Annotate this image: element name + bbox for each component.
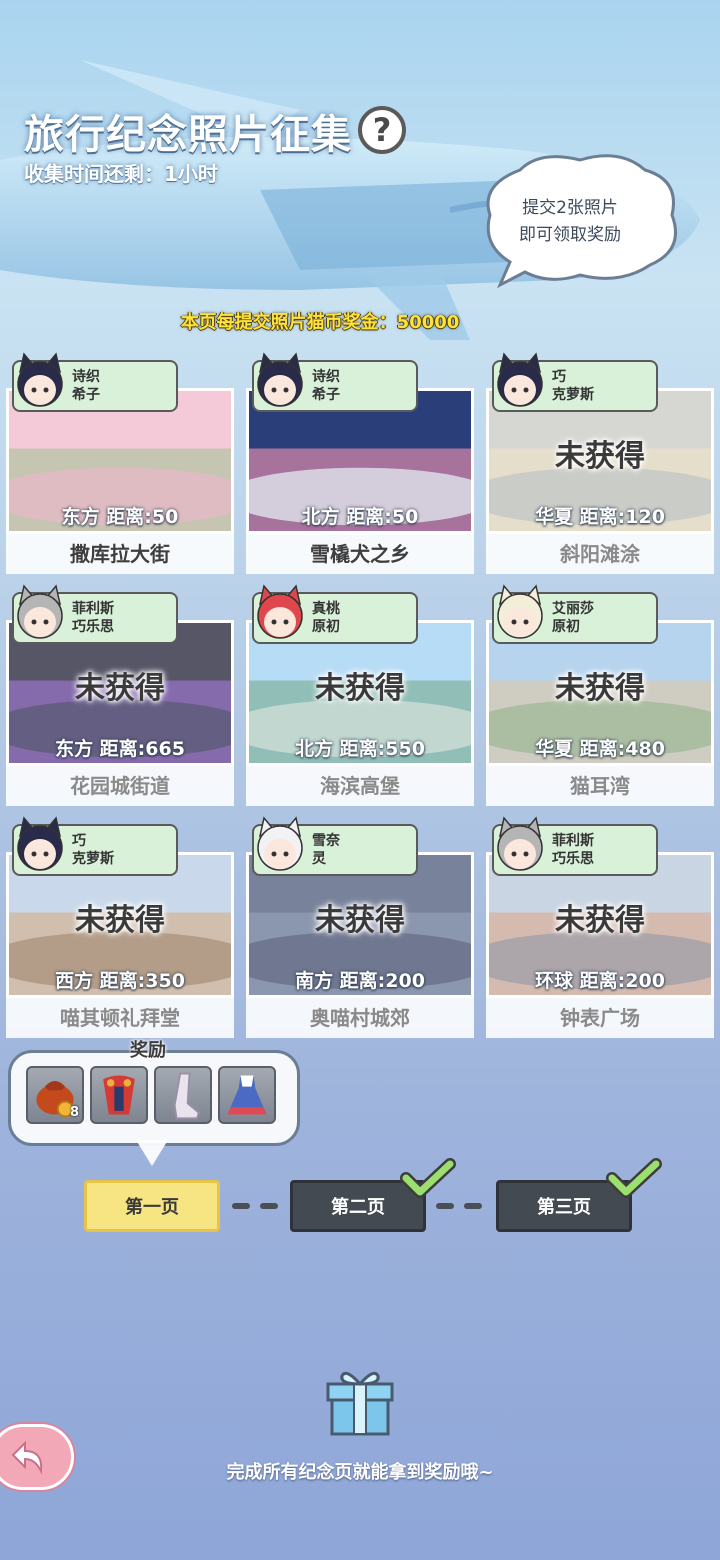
character-avatar-icon bbox=[257, 352, 303, 407]
character-name-line-1: 真桃 bbox=[312, 601, 340, 617]
character-name-line-2: 巧乐思 bbox=[552, 851, 594, 867]
character-avatar-icon bbox=[497, 352, 543, 407]
character-name: 菲利斯 巧乐思 bbox=[72, 600, 114, 636]
photo-card[interactable]: 未获得华夏 距离:120 斜阳滩涂 巧克萝斯 bbox=[486, 352, 714, 574]
distance-label: 华夏 距离:480 bbox=[535, 738, 665, 760]
character-name-line-1: 巧 bbox=[72, 833, 86, 849]
unobtained-label: 未获得 bbox=[555, 671, 645, 706]
character-name-line-2: 克萝斯 bbox=[72, 851, 114, 867]
dress-icon bbox=[227, 1075, 267, 1115]
location-name: 花园城街道 bbox=[6, 766, 234, 806]
character-name: 菲利斯 巧乐思 bbox=[552, 832, 594, 868]
character-name-line-2: 灵 bbox=[312, 851, 326, 867]
location-name: 钟表广场 bbox=[486, 998, 714, 1038]
distance-label: 东方 距离:665 bbox=[55, 738, 185, 760]
character-name: 巧克萝斯 bbox=[72, 832, 114, 868]
character-name: 真桃 原初 bbox=[312, 600, 340, 636]
distance-label: 北方 距离:550 bbox=[295, 738, 425, 760]
bubble-text: 提交2张照片 即可领取奖励 bbox=[490, 195, 650, 249]
distance-label: 华夏 距离:120 bbox=[535, 506, 665, 528]
check-icon bbox=[400, 1158, 456, 1198]
rewards-panel-tail bbox=[136, 1140, 168, 1166]
character-avatar-icon bbox=[257, 584, 303, 639]
page-title: 旅行纪念照片征集 bbox=[24, 112, 352, 158]
page-tab-1[interactable]: 第一页 bbox=[84, 1180, 220, 1232]
location-name: 斜阳滩涂 bbox=[486, 534, 714, 574]
distance-label: 南方 距离:200 bbox=[295, 970, 425, 992]
character-name: 诗织 希子 bbox=[312, 368, 340, 404]
location-name: 雪橇犬之乡 bbox=[246, 534, 474, 574]
location-name: 撒库拉大街 bbox=[6, 534, 234, 574]
character-avatar-icon bbox=[17, 584, 63, 639]
character-avatar-icon bbox=[497, 816, 543, 871]
photo-card[interactable]: 未获得环球 距离:200 钟表广场 菲利斯巧乐思 bbox=[486, 816, 714, 1038]
location-name: 猫耳湾 bbox=[486, 766, 714, 806]
character-name-line-1: 诗织 bbox=[72, 369, 100, 385]
gift-box-icon[interactable] bbox=[322, 1366, 398, 1438]
unobtained-label: 未获得 bbox=[555, 903, 645, 938]
help-icon[interactable]: ? bbox=[358, 106, 406, 154]
character-name-line-1: 菲利斯 bbox=[552, 833, 594, 849]
red-cape-icon bbox=[103, 1075, 135, 1115]
footer-text: 完成所有纪念页就能拿到奖励哦~ bbox=[226, 1462, 494, 1483]
back-button[interactable] bbox=[0, 1424, 74, 1490]
reward-count: 8 bbox=[69, 1105, 79, 1120]
reward-item-dress[interactable] bbox=[218, 1066, 276, 1124]
bubble-line-1: 提交2张照片 bbox=[522, 198, 618, 218]
connector-dash bbox=[464, 1203, 482, 1209]
unobtained-label: 未获得 bbox=[75, 903, 165, 938]
location-name: 喵其顿礼拜堂 bbox=[6, 998, 234, 1038]
character-avatar-icon bbox=[497, 584, 543, 639]
time-remaining: 收集时间还剩：1小时 bbox=[24, 162, 218, 186]
character-name-line-1: 巧 bbox=[552, 369, 566, 385]
unobtained-label: 未获得 bbox=[75, 671, 165, 706]
connector-dash bbox=[260, 1203, 278, 1209]
connector-dash bbox=[436, 1203, 454, 1209]
photo-card[interactable]: 未获得北方 距离:550 海滨高堡 真桃原初 bbox=[246, 584, 474, 806]
character-name: 雪奈灵 bbox=[312, 832, 340, 868]
photo-card[interactable]: 未获得南方 距离:200 奥喵村城郊 雪奈灵 bbox=[246, 816, 474, 1038]
bonus-text: 本页每提交照片猫币奖金：50000 bbox=[180, 312, 460, 333]
character-name-line-1: 艾丽莎 bbox=[552, 601, 594, 617]
distance-label: 东方 距离:50 bbox=[61, 506, 179, 528]
bubble-line-2: 即可领取奖励 bbox=[519, 225, 621, 245]
distance-label: 北方 距离:50 bbox=[301, 506, 419, 528]
reward-item-red-cape[interactable] bbox=[90, 1066, 148, 1124]
back-arrow-icon bbox=[11, 1440, 43, 1475]
connector-dash bbox=[232, 1203, 250, 1209]
rewards-label: 奖励 bbox=[130, 1040, 166, 1061]
character-name-line-1: 菲利斯 bbox=[72, 601, 114, 617]
distance-label: 西方 距离:350 bbox=[55, 970, 185, 992]
character-name-line-2: 巧乐思 bbox=[72, 619, 114, 635]
unobtained-label: 未获得 bbox=[555, 439, 645, 474]
location-name: 海滨高堡 bbox=[246, 766, 474, 806]
photo-card[interactable]: 未获得西方 距离:350 喵其顿礼拜堂 巧克萝斯 bbox=[6, 816, 234, 1038]
reward-item-boot[interactable] bbox=[154, 1066, 212, 1124]
photo-card[interactable]: 未获得东方 距离:665 花园城街道 菲利斯巧乐思 bbox=[6, 584, 234, 806]
check-icon bbox=[606, 1158, 662, 1198]
character-avatar-icon bbox=[17, 352, 63, 407]
character-avatar-icon bbox=[257, 816, 303, 871]
character-name: 艾丽莎 原初 bbox=[552, 600, 594, 636]
location-name: 奥喵村城郊 bbox=[246, 998, 474, 1038]
character-name: 诗织 希子 bbox=[72, 368, 100, 404]
character-name-line-1: 诗织 bbox=[312, 369, 340, 385]
reward-item-coin-bag[interactable]: 8 bbox=[26, 1066, 84, 1124]
photo-card[interactable]: 北方 距离:50 雪橇犬之乡 诗织希子 bbox=[246, 352, 474, 574]
character-name-line-2: 希子 bbox=[312, 387, 340, 403]
character-name: 巧克萝斯 bbox=[552, 368, 594, 404]
character-name-line-2: 希子 bbox=[72, 387, 100, 403]
character-name-line-2: 原初 bbox=[312, 619, 340, 635]
distance-label: 环球 距离:200 bbox=[535, 970, 665, 992]
unobtained-label: 未获得 bbox=[315, 903, 405, 938]
unobtained-label: 未获得 bbox=[315, 671, 405, 706]
boot-icon bbox=[173, 1072, 200, 1120]
character-avatar-icon bbox=[17, 816, 63, 871]
character-name-line-1: 雪奈 bbox=[312, 833, 340, 849]
photo-card[interactable]: 未获得华夏 距离:480 猫耳湾 艾丽莎原初 bbox=[486, 584, 714, 806]
character-name-line-2: 克萝斯 bbox=[552, 387, 594, 403]
photo-card[interactable]: 东方 距离:50 撒库拉大街 诗织希子 bbox=[6, 352, 234, 574]
character-name-line-2: 原初 bbox=[552, 619, 580, 635]
